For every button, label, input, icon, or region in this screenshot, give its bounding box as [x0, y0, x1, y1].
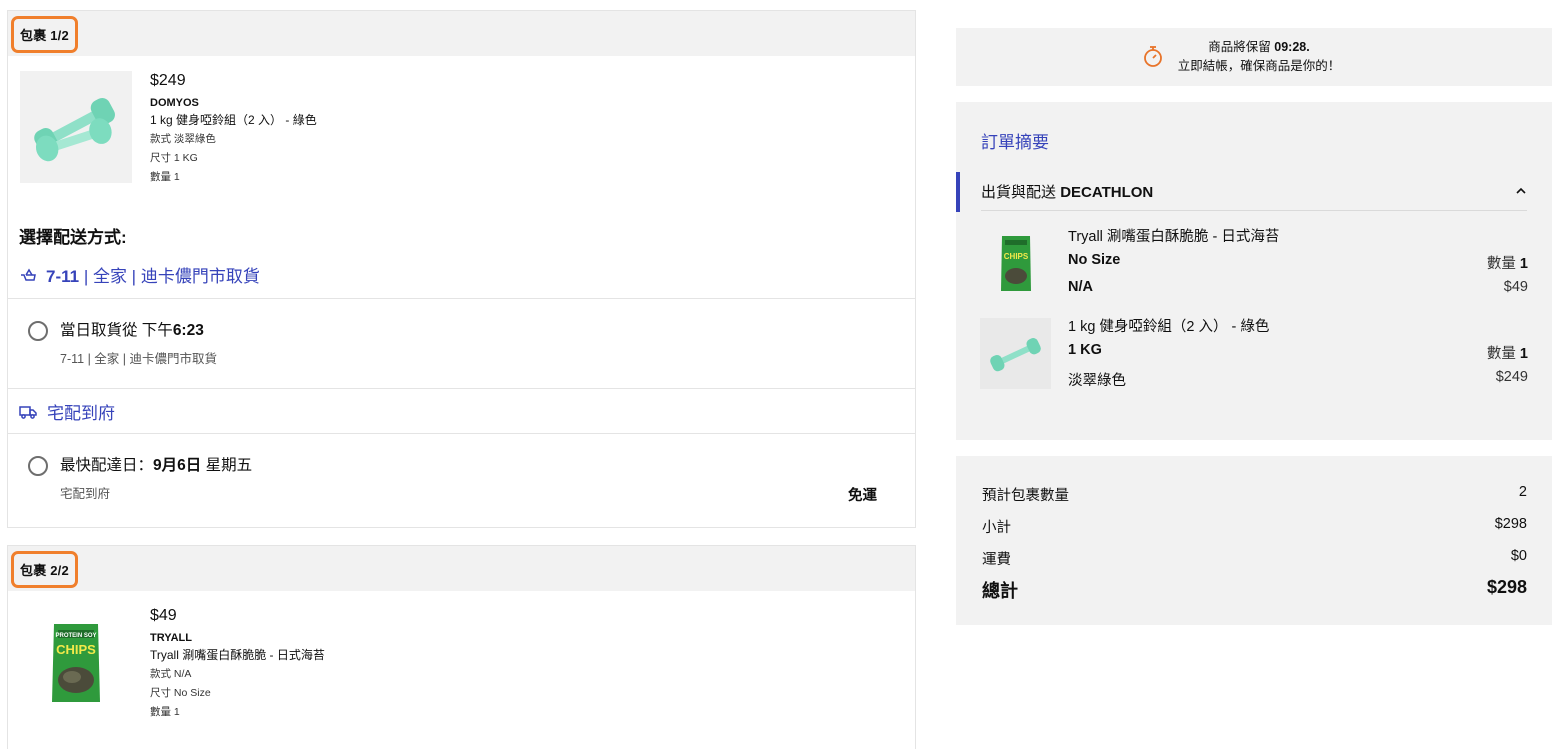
- shipping-section-toggle[interactable]: 出貨與配送 DECATHLON: [956, 172, 1536, 212]
- shipping-cost-value: $0: [1510, 548, 1527, 564]
- pickup-option-radio[interactable]: [28, 321, 48, 341]
- chevron-up-icon[interactable]: [1514, 184, 1528, 203]
- package-1-card: 包裹 1/2 $249 DOMYOS 1 kg 健身啞鈴組（2 入） - 綠色: [7, 10, 916, 528]
- summary-item: 1 kg 健身啞鈴組（2 入） - 綠色 1 KG 淡翠綠色 數量 1 $249: [980, 318, 1528, 390]
- product-brand: DOMYOS: [150, 97, 199, 109]
- chips-product-image[interactable]: PROTEIN SOY CHIPS: [20, 606, 132, 718]
- divider: [8, 298, 915, 299]
- subtotal-label: 小計: [982, 520, 1011, 536]
- truck-icon: [19, 404, 37, 420]
- divider: [8, 388, 915, 389]
- svg-text:CHIPS: CHIPS: [1004, 252, 1029, 261]
- reservation-timer-banner: 商品將保留 09:28. 立即結帳，確保商品是你的！: [956, 28, 1552, 86]
- shipping-cost-label: 運費: [982, 552, 1011, 568]
- order-summary-panel: 訂單摘要 出貨與配送 DECATHLON CHIPS Tryall 涮嘴蛋白酥脆…: [956, 102, 1552, 440]
- package-2-product: PROTEIN SOY CHIPS $49 TRYALL Tryall 涮嘴蛋白…: [20, 606, 620, 726]
- summary-item-size: 1 KG: [1068, 342, 1102, 358]
- summary-item-style: N/A: [1068, 279, 1093, 295]
- order-totals-panel: 預計包裹數量 2 小計 $298 運費 $0 總計 $298: [956, 456, 1552, 625]
- summary-item-size: No Size: [1068, 252, 1121, 268]
- timer-message: 商品將保留 09:28. 立即結帳，確保商品是你的！: [1177, 40, 1341, 73]
- package-2-header: 包裹 2/2: [8, 546, 915, 591]
- product-size: 尺寸 No Size: [150, 687, 211, 699]
- product-qty: 數量 1: [150, 706, 180, 718]
- package-count-label: 預計包裹數量: [982, 488, 1069, 504]
- delivery-method-title: 選擇配送方式:: [19, 228, 127, 247]
- product-price: $249: [150, 72, 186, 89]
- divider: [981, 210, 1527, 211]
- shipping-section-label: 出貨與配送 DECATHLON: [981, 184, 1154, 201]
- package-1-header: 包裹 1/2: [8, 11, 915, 56]
- pickup-method-bold: 7-11: [46, 267, 80, 286]
- summary-item-qty: 數量 1: [1486, 346, 1528, 362]
- subtotal-value: $298: [1494, 516, 1527, 532]
- chips-thumbnail: CHIPS: [980, 228, 1051, 299]
- home-delivery-method-tab[interactable]: 宅配到府: [19, 399, 115, 424]
- total-label: 總計: [982, 581, 1018, 601]
- summary-item-price: $49: [1503, 279, 1528, 295]
- home-option-sub: 宅配到府: [60, 487, 111, 501]
- summary-item-price: $249: [1495, 369, 1528, 385]
- product-name: 1 kg 健身啞鈴組（2 入） - 綠色: [150, 113, 317, 127]
- product-price: $49: [150, 607, 177, 624]
- product-size: 尺寸 1 KG: [150, 152, 198, 164]
- pickup-option-sub: 7-11 | 全家 | 迪卡儂門市取貨: [60, 352, 217, 366]
- package-count-value: 2: [1518, 484, 1527, 500]
- package-1-badge: 包裹 1/2: [11, 16, 78, 53]
- order-summary-title: 訂單摘要: [981, 133, 1049, 152]
- pickup-method-label: | 全家 | 迪卡儂門市取貨: [79, 267, 260, 286]
- dumbbell-thumbnail: [980, 318, 1051, 389]
- package-2-card: 包裹 2/2 PROTEIN SOY CHIPS $49 TRYALL Trya…: [7, 545, 916, 749]
- summary-item-name: 1 kg 健身啞鈴組（2 入） - 綠色: [1068, 319, 1270, 335]
- summary-item-name: Tryall 涮嘴蛋白酥脆脆 - 日式海苔: [1068, 229, 1280, 245]
- shipping-fee-label: 免運: [848, 488, 877, 504]
- pickup-option-title: 當日取貨從 下午6:23: [60, 322, 204, 339]
- summary-item: CHIPS Tryall 涮嘴蛋白酥脆脆 - 日式海苔 No Size N/A …: [980, 228, 1528, 300]
- product-qty: 數量 1: [150, 171, 180, 183]
- summary-item-style: 淡翠綠色: [1068, 373, 1126, 389]
- product-style: 款式 N/A: [150, 668, 192, 680]
- product-name: Tryall 涮嘴蛋白酥脆脆 - 日式海苔: [150, 648, 325, 662]
- summary-item-qty: 數量 1: [1486, 256, 1528, 272]
- product-brand: TRYALL: [150, 632, 192, 644]
- package-2-badge: 包裹 2/2: [11, 551, 78, 588]
- timer-countdown: 09:28.: [1274, 40, 1310, 54]
- product-style: 款式 淡翠綠色: [150, 133, 216, 145]
- home-option-title: 最快配達日：9月6日 星期五: [60, 457, 253, 474]
- svg-text:PROTEIN SOY: PROTEIN SOY: [55, 633, 96, 639]
- home-option-radio[interactable]: [28, 456, 48, 476]
- divider: [8, 433, 915, 434]
- svg-text:CHIPS: CHIPS: [56, 642, 96, 657]
- total-value: $298: [1486, 577, 1527, 597]
- pickup-method-tab[interactable]: 7-11 | 全家 | 迪卡儂門市取貨: [19, 262, 260, 287]
- package-1-product: $249 DOMYOS 1 kg 健身啞鈴組（2 入） - 綠色 款式 淡翠綠色…: [20, 71, 620, 191]
- home-method-label: 宅配到府: [47, 404, 115, 423]
- pickup-hand-icon: [19, 266, 37, 284]
- dumbbell-product-image[interactable]: [20, 71, 132, 183]
